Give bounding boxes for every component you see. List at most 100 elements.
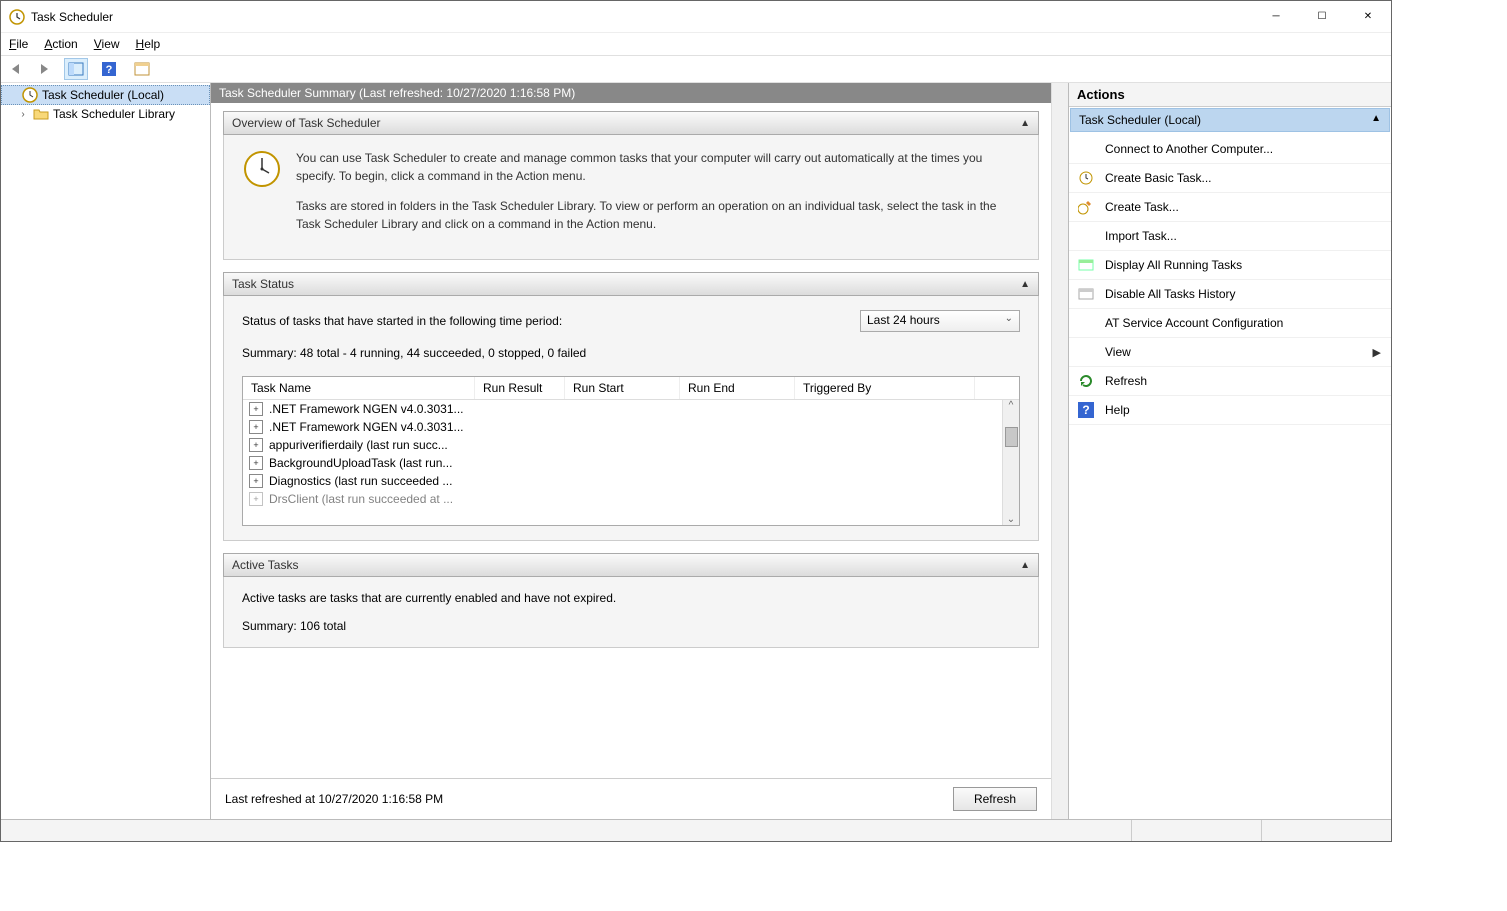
titlebar: Task Scheduler ─ ☐ ✕ [1, 1, 1391, 33]
refresh-button[interactable]: Refresh [953, 787, 1037, 811]
expand-icon[interactable]: + [249, 492, 263, 506]
table-row[interactable]: +DrsClient (last run succeeded at ... [243, 490, 1019, 508]
overview-text-2: Tasks are stored in folders in the Task … [296, 197, 1020, 233]
collapse-icon: ▲ [1020, 279, 1030, 290]
active-summary: Summary: 106 total [242, 619, 1020, 633]
status-header[interactable]: Task Status ▲ [223, 272, 1039, 296]
table-row[interactable]: +.NET Framework NGEN v4.0.3031... [243, 418, 1019, 436]
svg-text:?: ? [1082, 403, 1089, 417]
action-item-refresh[interactable]: Refresh [1069, 367, 1391, 396]
close-button[interactable]: ✕ [1345, 1, 1391, 32]
summary-title: Task Scheduler Summary (Last refreshed: … [211, 83, 1051, 103]
expand-icon[interactable]: + [249, 402, 263, 416]
action-label: AT Service Account Configuration [1105, 316, 1283, 330]
action-label: Help [1105, 403, 1130, 417]
col-run-start[interactable]: Run Start [565, 377, 680, 399]
action-label: Disable All Tasks History [1105, 287, 1236, 301]
nav-back-button[interactable] [5, 58, 29, 80]
actions-header: Actions [1069, 83, 1391, 107]
active-panel: Active Tasks ▲ Active tasks are tasks th… [223, 553, 1039, 648]
action-item-connect-to-another-computer[interactable]: Connect to Another Computer... [1069, 135, 1391, 164]
action-label: Connect to Another Computer... [1105, 142, 1273, 156]
maximize-button[interactable]: ☐ [1299, 1, 1345, 32]
overview-text-1: You can use Task Scheduler to create and… [296, 149, 1020, 185]
tree-root-label: Task Scheduler (Local) [42, 88, 164, 102]
actions-pane: Actions Task Scheduler (Local) ▲ Connect… [1069, 83, 1391, 819]
collapse-icon: ▲ [1020, 118, 1030, 129]
toolbar-pane-button[interactable] [64, 58, 88, 80]
basic-icon [1077, 169, 1095, 187]
blank-icon [1077, 140, 1095, 158]
action-item-create-basic-task[interactable]: Create Basic Task... [1069, 164, 1391, 193]
col-run-end[interactable]: Run End [680, 377, 795, 399]
clock-icon [22, 87, 38, 103]
table-row[interactable]: +appuriverifierdaily (last run succ... [243, 436, 1019, 454]
overview-header[interactable]: Overview of Task Scheduler ▲ [223, 111, 1039, 135]
period-dropdown[interactable]: Last 24 hours [860, 310, 1020, 332]
action-item-create-task[interactable]: Create Task... [1069, 193, 1391, 222]
overview-clock-icon [242, 149, 282, 189]
status-summary-text: Summary: 48 total - 4 running, 44 succee… [242, 346, 1020, 360]
help-icon: ? [1077, 401, 1095, 419]
tree-library-label: Task Scheduler Library [53, 107, 175, 121]
overview-panel: Overview of Task Scheduler ▲ You can use… [223, 111, 1039, 260]
period-value: Last 24 hours [867, 313, 940, 327]
action-label: Create Task... [1105, 200, 1179, 214]
active-header-label: Active Tasks [232, 558, 298, 572]
tree-root[interactable]: Task Scheduler (Local) [1, 85, 210, 105]
action-label: Import Task... [1105, 229, 1177, 243]
tree-library[interactable]: › Task Scheduler Library [1, 105, 210, 123]
menubar: File Action View Help [1, 33, 1391, 55]
expand-icon[interactable]: + [249, 474, 263, 488]
active-header[interactable]: Active Tasks ▲ [223, 553, 1039, 577]
last-refreshed-text: Last refreshed at 10/27/2020 1:16:58 PM [225, 792, 443, 806]
overview-header-label: Overview of Task Scheduler [232, 116, 381, 130]
status-period-label: Status of tasks that have started in the… [242, 314, 562, 328]
collapse-icon: ▲ [1020, 560, 1030, 571]
col-task-name[interactable]: Task Name [243, 377, 475, 399]
action-item-help[interactable]: ? Help [1069, 396, 1391, 425]
action-item-at-service-account-configuration[interactable]: AT Service Account Configuration [1069, 309, 1391, 338]
blank-icon [1077, 314, 1095, 332]
menu-view[interactable]: View [94, 37, 120, 51]
status-header-label: Task Status [232, 277, 294, 291]
menu-help[interactable]: Help [136, 37, 161, 51]
app-icon [9, 9, 25, 25]
center-scrollbar[interactable] [1051, 83, 1068, 819]
nav-forward-button[interactable] [31, 58, 55, 80]
action-label: View [1105, 345, 1131, 359]
table-scrollbar[interactable]: ^⌄ [1002, 400, 1019, 525]
tree-pane: Task Scheduler (Local) › Task Scheduler … [1, 83, 211, 819]
menu-action[interactable]: Action [44, 37, 77, 51]
action-item-view[interactable]: View▶ [1069, 338, 1391, 367]
blank-icon [1077, 343, 1095, 361]
expand-icon[interactable]: › [17, 109, 29, 120]
window-title: Task Scheduler [31, 10, 113, 24]
action-label: Create Basic Task... [1105, 171, 1212, 185]
statusbar [1, 819, 1391, 841]
table-row[interactable]: +Diagnostics (last run succeeded ... [243, 472, 1019, 490]
expand-icon[interactable]: + [249, 456, 263, 470]
expand-icon[interactable]: + [249, 420, 263, 434]
active-desc: Active tasks are tasks that are currentl… [242, 591, 1020, 605]
toolbar-props-button[interactable] [130, 58, 154, 80]
action-label: Display All Running Tasks [1105, 258, 1242, 272]
table-row[interactable]: +BackgroundUploadTask (last run... [243, 454, 1019, 472]
blank-icon [1077, 227, 1095, 245]
action-item-disable-all-tasks-history[interactable]: Disable All Tasks History [1069, 280, 1391, 309]
refresh-icon [1077, 372, 1095, 390]
expand-icon[interactable]: + [249, 438, 263, 452]
action-item-display-all-running-tasks[interactable]: Display All Running Tasks [1069, 251, 1391, 280]
status-panel: Task Status ▲ Status of tasks that have … [223, 272, 1039, 541]
action-label: Refresh [1105, 374, 1147, 388]
action-item-import-task[interactable]: Import Task... [1069, 222, 1391, 251]
toolbar-help-button[interactable]: ? [97, 58, 121, 80]
col-triggered-by[interactable]: Triggered By [795, 377, 975, 399]
menu-file[interactable]: File [9, 37, 28, 51]
col-run-result[interactable]: Run Result [475, 377, 565, 399]
minimize-button[interactable]: ─ [1253, 1, 1299, 32]
table-row[interactable]: +.NET Framework NGEN v4.0.3031... [243, 400, 1019, 418]
folder-icon [33, 106, 49, 122]
actions-section[interactable]: Task Scheduler (Local) ▲ [1070, 108, 1390, 132]
toolbar: ? [1, 55, 1391, 83]
